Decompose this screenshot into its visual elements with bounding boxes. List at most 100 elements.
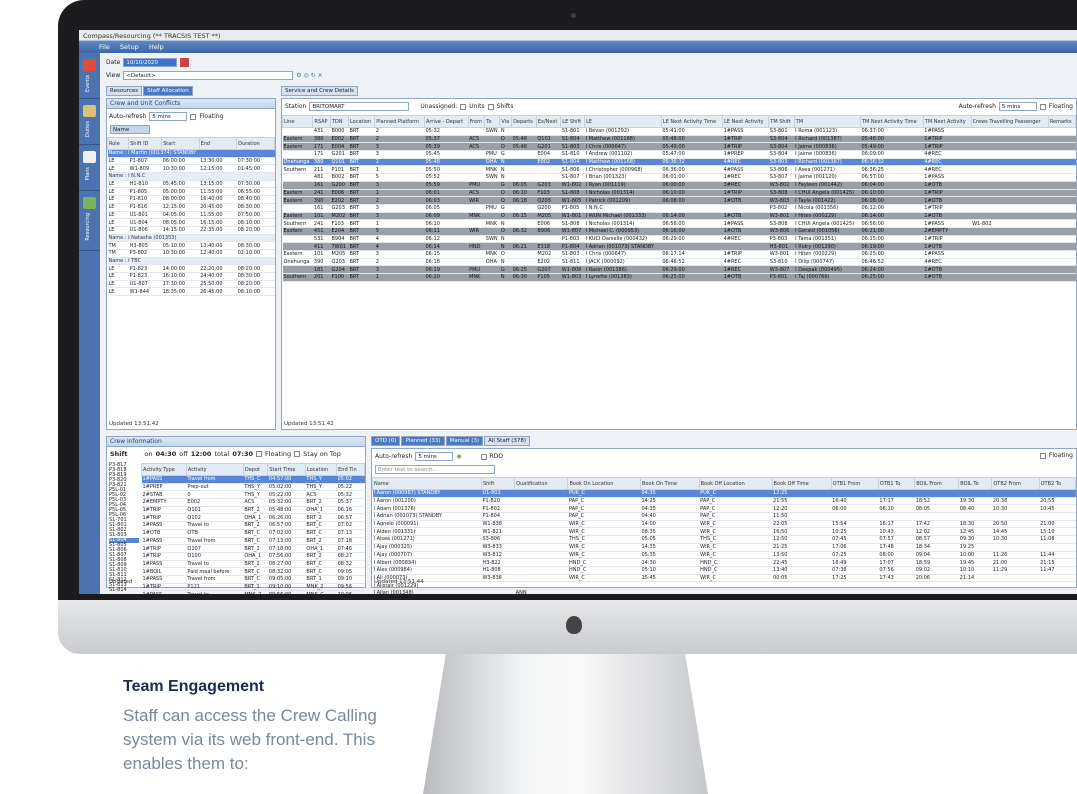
table-row[interactable]: 531 B904 BRT 4 06:12 SWN N P1-803 I KUCI Daniell… bbox=[282, 235, 1076, 244]
table-row[interactable]: Eastern 390 E202 BRT 2 06:03 WIR O 06:18 Q203 W1-8… bbox=[282, 196, 1076, 205]
table-row[interactable]: I Agnelo (000091) W1-838 WIR_C 14:00 WIR_C 22… bbox=[372, 520, 1076, 529]
rdo-checkbox[interactable] bbox=[480, 453, 487, 460]
group-header[interactable]: Name : I Natasha (001353) bbox=[107, 234, 275, 243]
table-row[interactable]: Name : I Martin (001374) STANDBY bbox=[107, 149, 275, 158]
table-row[interactable]: 1#BOIL Paid meal before BRT_C 08:32:00 BRT_C… bbox=[141, 567, 365, 576]
table-row[interactable]: I Alistair (001229) bbox=[372, 581, 1076, 590]
table-row[interactable]: LE P1-823 16:10:00 24:40:00 08:30:00 bbox=[107, 272, 275, 281]
table-row[interactable]: LE H1-810 05:45:00 13:15:00 07:30:00 bbox=[107, 180, 275, 189]
table-row[interactable]: Southern 201 P100 BRT 1 06:20 MNK N 06:30 P105 W1-… bbox=[282, 273, 1076, 282]
column-header[interactable]: Crews Travelling Passenger bbox=[970, 115, 1049, 128]
column-header[interactable]: BOIL To bbox=[958, 477, 993, 490]
table-row[interactable]: LE U1-806 14:15:00 22:35:00 08:20:00 bbox=[107, 226, 275, 235]
table-row[interactable]: 2#EMPTY E002 ACS 05:32:00 BRT_2 05:37 bbox=[141, 498, 365, 507]
table-row[interactable]: 1#PREP Prep-out THS_Y 05:02:00 THS_Y 05:22 bbox=[141, 483, 365, 492]
floating-checkbox[interactable] bbox=[1039, 103, 1046, 110]
column-header[interactable]: Book On Location bbox=[567, 477, 641, 490]
table-row[interactable]: I Aiden (001331) W1-821 WIR_C 08:35 WIR_C 16:… bbox=[372, 527, 1076, 537]
table-row[interactable]: I Adrian (001073) STANDBY P1-804 PAP_C 04:4… bbox=[372, 512, 1076, 521]
tab-staff-filter[interactable]: OTD (0) bbox=[371, 436, 401, 446]
side-tab-duties[interactable]: Duties bbox=[79, 99, 100, 145]
table-row[interactable]: I Allan (001348) ANN bbox=[372, 589, 1076, 594]
stay-on-top-checkbox[interactable] bbox=[294, 451, 301, 457]
column-header[interactable]: Role bbox=[106, 137, 130, 150]
column-header[interactable]: Start Time bbox=[267, 463, 306, 476]
name-filter[interactable]: Name bbox=[110, 125, 150, 134]
group-header[interactable]: Name : I Martin (001374) STANDBY bbox=[107, 149, 275, 158]
column-header[interactable]: OTB1 To bbox=[877, 477, 916, 490]
column-header[interactable]: Arrive - Depart bbox=[424, 115, 469, 128]
column-header[interactable]: LE Shift bbox=[560, 115, 586, 128]
station-select[interactable]: BRITOMART bbox=[309, 102, 410, 111]
column-header[interactable]: LE bbox=[584, 115, 662, 128]
auto-refresh-select[interactable]: 5 mins bbox=[415, 452, 454, 461]
column-header[interactable]: Book On Time bbox=[639, 477, 700, 490]
table-row[interactable]: Onehunga 380 Q101 BRT 2 05:48 OHA N E002 S1-804 I … bbox=[282, 158, 1076, 167]
column-header[interactable]: TM Shift bbox=[768, 115, 795, 128]
column-header[interactable]: Location bbox=[347, 115, 376, 128]
table-row[interactable]: LE P1-816 12:15:00 20:45:00 08:30:00 bbox=[107, 203, 275, 212]
table-row[interactable]: 171 G201 BRT 3 05:45 PMU G E004 S1-810 I Andrew (… bbox=[282, 150, 1076, 159]
column-header[interactable]: End Tin bbox=[336, 463, 365, 476]
table-row[interactable]: LE W1-844 18:35:00 26:45:00 08:10:00 bbox=[107, 287, 275, 297]
column-header[interactable]: TM Next Activity Time bbox=[859, 115, 924, 128]
table-row[interactable]: TM P3-802 10:30:00 12:40:00 02:10:00 bbox=[107, 249, 275, 258]
table-row[interactable]: Eastern 241 E006 BRT 1 06:01 ACS O 06:10 F103 S1-8… bbox=[282, 189, 1076, 198]
table-row[interactable]: Name : I Natasha (001353) bbox=[107, 234, 275, 243]
table-row[interactable]: TM H3-805 05:10:00 13:40:00 08:30:00 bbox=[107, 241, 275, 250]
table-row[interactable]: I Ali (000073) W3-836 WIR_C 15:45 WIR_C 00:05… bbox=[372, 574, 1076, 583]
calendar-icon[interactable] bbox=[180, 58, 190, 67]
table-row[interactable]: 1#OTB OTB BRT_C 07:02:00 BRT_C 07:13 bbox=[141, 529, 365, 538]
tab-staff-filter[interactable]: Manual (3) bbox=[445, 436, 484, 446]
table-row[interactable]: I Aisea (001271) S3-806 THS_C 05:05 THS_C 12:… bbox=[372, 535, 1076, 544]
column-header[interactable]: TDN bbox=[330, 115, 349, 128]
table-row[interactable]: I Adam (001376) P1-802 PAP_C 04:35 PAP_C 12:2… bbox=[372, 504, 1076, 514]
tab-staff-filter[interactable]: All Staff (378) bbox=[484, 436, 531, 446]
table-row[interactable]: LE U1-804 08:05:00 16:15:00 08:10:00 bbox=[107, 218, 275, 227]
table-row[interactable]: Southern 211 P101 BRT 1 05:50 MNK N S1-806 I Chri… bbox=[282, 165, 1076, 175]
checkbox[interactable] bbox=[190, 113, 197, 120]
column-header[interactable]: TM bbox=[793, 115, 861, 128]
units-checkbox[interactable] bbox=[460, 103, 467, 110]
column-header[interactable]: Book Off Time bbox=[771, 477, 832, 490]
table-row[interactable]: 1#TRIP Q107 BRT_2 07:18:00 OHA_1 07:46 bbox=[141, 544, 365, 553]
auto-refresh-select[interactable]: 5 mins bbox=[998, 102, 1037, 111]
column-header[interactable]: To bbox=[484, 115, 501, 128]
column-header[interactable]: BOIL From bbox=[914, 477, 960, 490]
table-row[interactable]: I Ajay (000707) W3-812 WIR_C 05:35 WIR_C 13:5… bbox=[372, 551, 1076, 560]
table-row[interactable]: 1#PASS Travel from BRT_C 09:05:00 BRT_1 09:10 bbox=[141, 575, 365, 584]
table-row[interactable]: LE P1-807 06:00:00 13:30:00 07:30:00 bbox=[107, 157, 275, 166]
table-row[interactable]: I Ajay (000325) W3-833 WIR_C 14:35 WIR_C 21:2… bbox=[372, 543, 1076, 552]
table-row[interactable]: 1#TRIP Q100 OHA_1 07:56:00 BRT_2 08:27 bbox=[141, 552, 365, 561]
shift-list[interactable]: P3-817 P3-818 P3-819 P3-820 P3-821 P5L-01 P5L-… bbox=[109, 463, 139, 593]
table-row[interactable]: LE P1-810 08:00:00 16:40:00 08:40:00 bbox=[107, 195, 275, 204]
side-tab-resourcing[interactable]: Resourcing bbox=[79, 191, 100, 251]
table-row[interactable]: I Albert (000834) H3-822 HND_C 14:30 HND_C 22… bbox=[372, 558, 1076, 567]
group-header[interactable]: Name : I TBC bbox=[107, 257, 275, 266]
shift-list-item[interactable]: S1-814 bbox=[109, 588, 139, 593]
column-header[interactable]: Planned Platform bbox=[374, 115, 425, 128]
column-header[interactable]: Ex/Next bbox=[535, 115, 562, 128]
menu-setup[interactable]: Setup bbox=[120, 43, 139, 51]
group-header[interactable]: Name : I N.N.C bbox=[107, 172, 275, 181]
table-row[interactable]: 161 G203 BRT 3 06:05 PMU G G200 P1-805 I N.N.C P3-… bbox=[282, 204, 1076, 213]
column-header[interactable]: Qualification bbox=[514, 477, 569, 490]
menu-help[interactable]: Help bbox=[149, 43, 164, 51]
column-header[interactable]: LE Next Activity bbox=[722, 115, 770, 128]
tab-service-crew-details[interactable]: Service and Crew Details bbox=[281, 86, 358, 96]
column-header[interactable]: From bbox=[467, 115, 486, 128]
column-header[interactable]: OTB1 From bbox=[830, 477, 879, 490]
column-header[interactable]: Shift bbox=[480, 477, 516, 490]
menu-file[interactable]: File bbox=[99, 43, 110, 51]
column-header[interactable]: Shift ID bbox=[128, 137, 163, 150]
table-row[interactable]: 1#TRIP Q101 BRT_2 05:48:00 OHA_1 06:16 bbox=[141, 506, 365, 515]
table-row[interactable]: Eastern 101 M205 BRT 3 06:15 MNK O M202 S1-803 I C… bbox=[282, 250, 1076, 259]
table-row[interactable]: 1#TRIP Q102 OHA_1 06:26:00 BRT_2 06:57 bbox=[141, 513, 365, 523]
staff-search-input[interactable]: Enter text to search... bbox=[375, 465, 495, 474]
shifts-checkbox[interactable] bbox=[487, 103, 494, 110]
table-row[interactable]: 411 7W01 BRT 4 06:14 HND N 06:21 E318 P1-804 I Adr… bbox=[282, 242, 1076, 251]
column-header[interactable]: OTB2 To bbox=[1038, 477, 1077, 490]
table-row[interactable]: 1#PASS Travel from THS_C 04:57:00 THS_Y 05:02 bbox=[141, 475, 365, 484]
table-row[interactable]: Name : I TBC bbox=[107, 257, 275, 266]
table-row[interactable]: LE U1-807 17:30:00 25:50:00 08:20:00 bbox=[107, 280, 275, 289]
